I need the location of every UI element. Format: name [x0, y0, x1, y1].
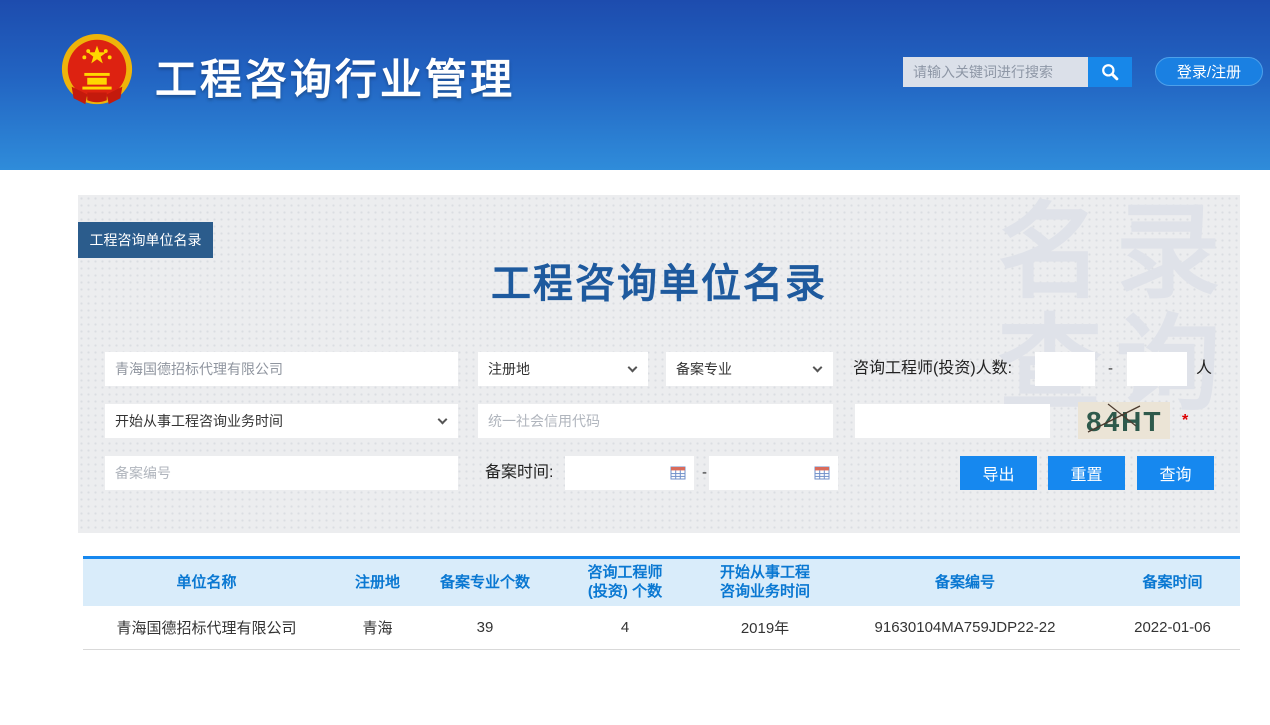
- cell-record-time: 2022-01-06: [1105, 606, 1240, 650]
- registration-place-select-wrap: 注册地: [478, 352, 648, 386]
- site-header: 工程咨询行业管理 登录/注册: [0, 0, 1270, 170]
- reset-button[interactable]: 重置: [1048, 456, 1125, 490]
- record-specialty-select-wrap: 备案专业: [666, 352, 833, 386]
- search-input[interactable]: [903, 57, 1088, 87]
- record-specialty-select[interactable]: 备案专业: [666, 352, 833, 386]
- record-number-input[interactable]: [105, 456, 458, 490]
- registration-place-select[interactable]: 注册地: [478, 352, 648, 386]
- calendar-icon[interactable]: [670, 465, 686, 481]
- calendar-icon[interactable]: [814, 465, 830, 481]
- required-mark: *: [1182, 402, 1188, 439]
- cell-company: 青海国德招标代理有限公司: [83, 606, 330, 650]
- login-register-button[interactable]: 登录/注册: [1155, 57, 1263, 86]
- col-header-engineer-count: 咨询工程师 (投资) 个数: [545, 558, 705, 606]
- table-row: 青海国德招标代理有限公司 青海 39 4 2019年 91630104MA759…: [83, 606, 1240, 650]
- cell-reg-place: 青海: [330, 606, 425, 650]
- cell-specialty-count: 39: [425, 606, 545, 650]
- credit-code-input[interactable]: [478, 404, 833, 438]
- national-emblem-logo: [58, 32, 136, 110]
- svg-text:84HT: 84HT: [1086, 406, 1162, 437]
- engineer-count-min-input[interactable]: [1035, 352, 1095, 386]
- query-button[interactable]: 查询: [1137, 456, 1214, 490]
- col-header-specialty-count: 备案专业个数: [425, 558, 545, 606]
- record-time-label: 备案时间:: [485, 456, 553, 490]
- record-time-start-input[interactable]: [565, 456, 694, 490]
- cell-start-time: 2019年: [705, 606, 825, 650]
- engineer-count-max-input[interactable]: [1127, 352, 1187, 386]
- cell-record-no: 91630104MA759JDP22-22: [825, 606, 1105, 650]
- export-button[interactable]: 导出: [960, 456, 1037, 490]
- cell-engineer-count: 4: [545, 606, 705, 650]
- start-time-select-wrap: 开始从事工程咨询业务时间: [105, 404, 458, 438]
- range-dash: -: [1108, 352, 1113, 386]
- query-panel: 名录 查询 工程咨询单位名录 工程咨询单位名录 注册地 备案专业 咨询工程师(投…: [78, 195, 1240, 533]
- page-title: 工程咨询单位名录: [78, 251, 1240, 309]
- results-table: 单位名称 注册地 备案专业个数 咨询工程师 (投资) 个数 开始从事工程 咨询业…: [83, 556, 1240, 650]
- col-header-record-time: 备案时间: [1105, 558, 1240, 606]
- table-header-row: 单位名称 注册地 备案专业个数 咨询工程师 (投资) 个数 开始从事工程 咨询业…: [83, 558, 1240, 606]
- start-time-select[interactable]: 开始从事工程咨询业务时间: [105, 404, 458, 438]
- tab-company-directory[interactable]: 工程咨询单位名录: [78, 222, 213, 258]
- results-table-wrap: 单位名称 注册地 备案专业个数 咨询工程师 (投资) 个数 开始从事工程 咨询业…: [83, 556, 1240, 650]
- record-time-end-input[interactable]: [709, 456, 838, 490]
- col-header-company: 单位名称: [83, 558, 330, 606]
- header-search: [903, 57, 1132, 87]
- col-header-record-no: 备案编号: [825, 558, 1105, 606]
- search-icon: [1100, 62, 1120, 82]
- person-unit-label: 人: [1196, 352, 1212, 386]
- company-name-input[interactable]: [105, 352, 458, 386]
- captcha-input[interactable]: [855, 404, 1050, 438]
- col-header-reg-place: 注册地: [330, 558, 425, 606]
- watermark-text: 名录 查询: [998, 197, 1234, 422]
- col-header-start-time: 开始从事工程 咨询业务时间: [705, 558, 825, 606]
- search-button[interactable]: [1088, 57, 1132, 87]
- captcha-image[interactable]: 84HT: [1078, 402, 1170, 439]
- site-title: 工程咨询行业管理: [155, 46, 515, 107]
- engineer-count-label: 咨询工程师(投资)人数:: [853, 352, 1012, 386]
- range-dash: -: [702, 456, 707, 490]
